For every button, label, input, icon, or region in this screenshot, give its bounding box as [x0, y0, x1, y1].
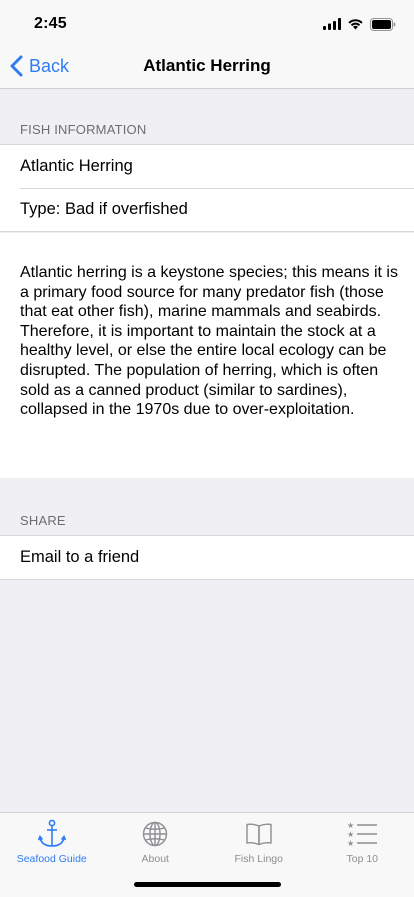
fish-information-header: FISH INFORMATION — [20, 122, 146, 137]
svg-text:★: ★ — [347, 839, 354, 847]
back-label: Back — [29, 56, 69, 77]
tab-top-10[interactable]: ★ ★ ★ Top 10 — [311, 819, 414, 867]
tab-label: Top 10 — [346, 853, 378, 865]
book-icon — [245, 822, 273, 846]
fish-name-cell: Atlantic Herring — [0, 145, 414, 188]
home-indicator — [134, 882, 281, 887]
tab-about[interactable]: About — [104, 819, 208, 867]
wifi-icon — [347, 18, 364, 30]
list-icon: ★ ★ ★ — [347, 821, 377, 847]
battery-icon — [370, 18, 396, 31]
status-time: 2:45 — [34, 15, 67, 33]
tab-label: Fish Lingo — [235, 853, 283, 865]
fish-description: Atlantic herring is a keystone species; … — [20, 263, 398, 420]
globe-icon — [142, 821, 168, 847]
share-header: SHARE — [20, 513, 66, 528]
chevron-left-icon — [10, 55, 23, 77]
fish-information-group: Atlantic Herring Type: Bad if overfished — [0, 144, 414, 232]
fish-type-cell: Type: Bad if overfished — [0, 188, 414, 231]
share-group: Email to a friend — [0, 535, 414, 580]
status-bar: 2:45 — [0, 0, 414, 44]
svg-text:★: ★ — [347, 830, 354, 839]
tab-fish-lingo[interactable]: Fish Lingo — [207, 819, 311, 867]
tab-label: Seafood Guide — [17, 853, 87, 865]
tab-label: About — [142, 853, 169, 865]
back-button[interactable]: Back — [10, 44, 69, 88]
status-icons — [323, 15, 396, 33]
signal-icon — [323, 18, 341, 30]
navigation-bar: Back Atlantic Herring — [0, 44, 414, 89]
tab-seafood-guide[interactable]: Seafood Guide — [0, 819, 104, 867]
svg-text:★: ★ — [347, 821, 354, 830]
description-cell: Atlantic herring is a keystone species; … — [0, 233, 414, 478]
anchor-icon — [38, 819, 66, 849]
email-friend-cell[interactable]: Email to a friend — [0, 536, 414, 579]
